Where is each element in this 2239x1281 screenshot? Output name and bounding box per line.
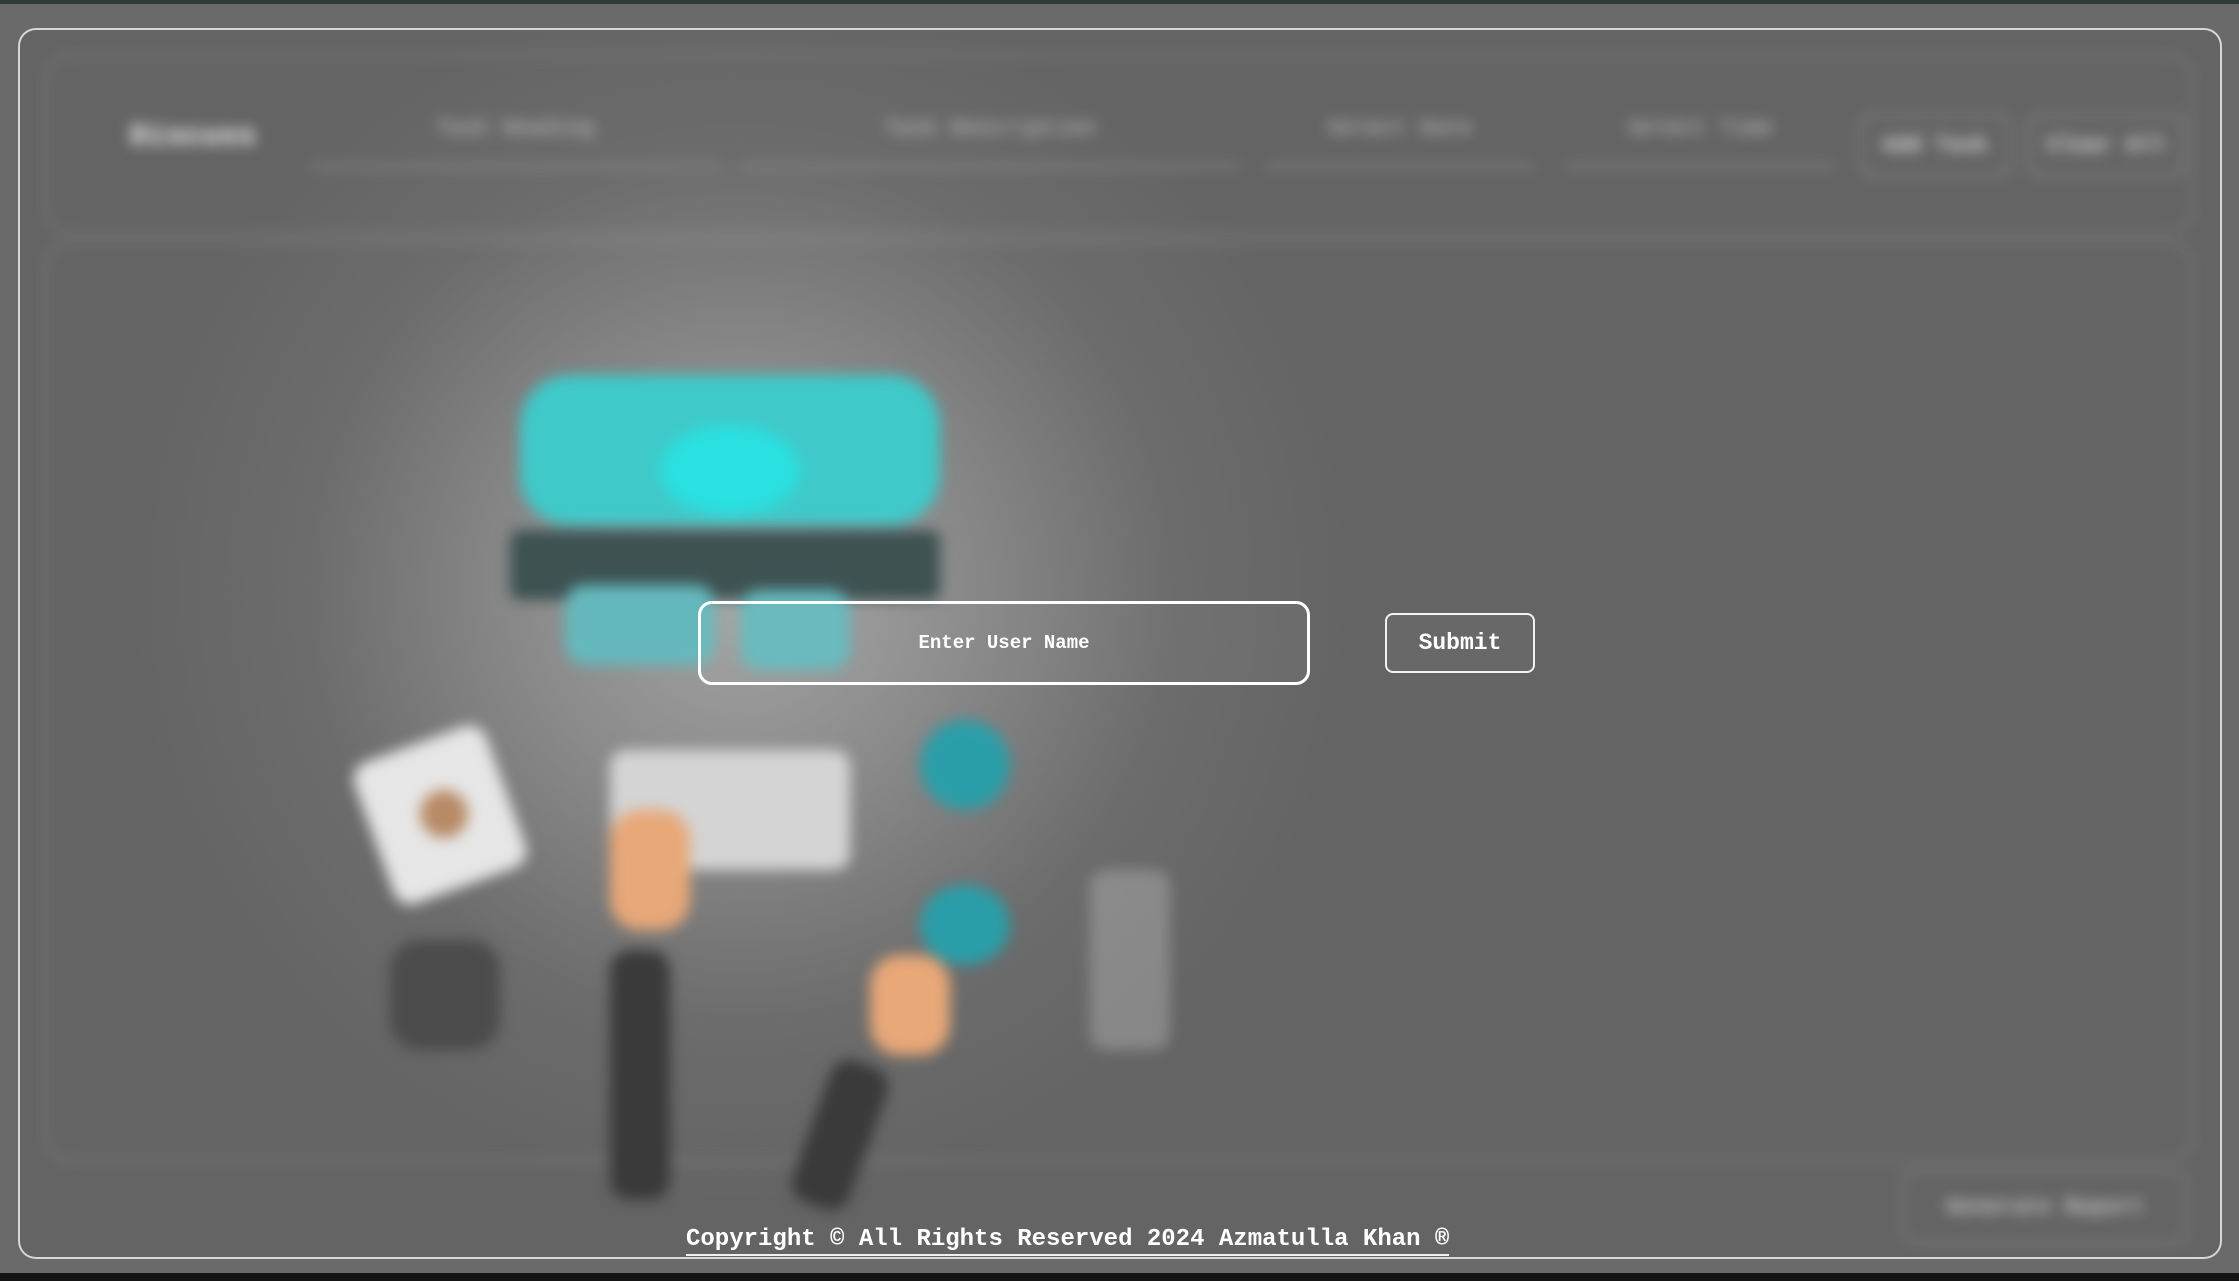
background-task-description-field: Task Description <box>740 116 1240 168</box>
illustration-monitor-glow <box>660 425 800 515</box>
background-clear-all-button: Clear All <box>2028 114 2184 176</box>
illustration-person-arm <box>610 810 690 930</box>
background-task-heading-field: Task Heading <box>310 116 720 168</box>
background-date-field: Select Date <box>1265 116 1535 168</box>
illustration-teal-circle <box>920 720 1010 810</box>
background-generate-report-button: Generate Report <box>1902 1170 2188 1244</box>
illustration-screen <box>565 585 715 665</box>
illustration-card-avatar <box>420 790 468 838</box>
copyright-text: Copyright © All Rights Reserved 2024 Azm… <box>686 1226 1450 1256</box>
bottom-strip <box>0 1273 2239 1281</box>
background-time-field: Select Time <box>1565 116 1835 168</box>
background-logo: Discuss <box>130 120 257 154</box>
submit-button[interactable]: Submit <box>1385 613 1535 673</box>
illustration-shape <box>1090 870 1170 1050</box>
background-add-task-button: Add Task <box>1860 114 2010 176</box>
illustration-person-leg <box>610 950 670 1200</box>
illustration-teal-circle <box>920 885 1010 965</box>
illustration-person-hand <box>870 955 950 1055</box>
app-screen: Discuss Task Heading Task Description Se… <box>0 0 2239 1273</box>
username-input[interactable] <box>698 601 1310 685</box>
illustration-bag <box>390 940 500 1050</box>
